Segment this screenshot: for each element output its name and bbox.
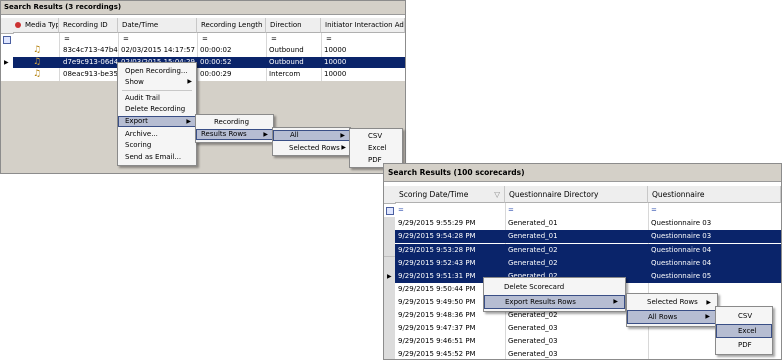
submenu-arrow-icon: ▶ [340,132,345,139]
column-header-questionnaire[interactable]: Questionnaire [648,186,781,203]
submenu-arrow-icon: ▶ [705,313,710,320]
submenu-arrow-icon: ▶ [186,118,191,125]
menu-item-scoring[interactable]: Scoring [118,140,196,150]
menu-item-csv[interactable]: CSV [350,131,402,141]
menu-item-excel[interactable]: Excel [716,324,772,338]
menu-item-csv[interactable]: CSV [716,311,772,322]
menu-item-send-as-email[interactable]: Send as Email... [118,152,196,162]
panel-title: Search Results (3 recordings) [1,1,405,15]
filter-scoring-date-time[interactable]: = [398,204,404,216]
menu-item-export-results-rows[interactable]: Export Results Rows ▶ [484,295,625,309]
row-pointer-icon: ▶ [387,273,392,280]
menu-item-results-rows[interactable]: Results Rows ▶ [196,129,273,140]
filter-direction[interactable]: = [271,34,277,44]
menu-item-audit-trail[interactable]: Audit Trail [118,93,196,103]
panel-title: Search Results (100 scorecards) [384,164,781,182]
column-header-initiator-address[interactable]: Initiator Interaction Address [321,18,405,33]
menu-item-delete-recording[interactable]: Delete Recording [118,104,196,114]
submenu-arrow-icon: ▶ [341,144,346,151]
column-header-date-time[interactable]: Date/Time [118,18,197,33]
table-row[interactable]: ♫ 83c4c713-47b4-... 02/03/2015 14:17:57 … [1,45,405,56]
menu-item-selected-rows[interactable]: Selected Rows ▶ [627,297,717,308]
column-header-recording-length[interactable]: Recording Length [197,18,266,33]
filter-recording-length[interactable]: = [202,34,208,44]
results-rows-submenu: All ▶ Selected Rows ▶ [272,127,351,156]
sort-descending-icon: ▽ [494,190,500,199]
filter-clear-icon[interactable] [3,36,11,44]
column-header-recording-id[interactable]: Recording ID [59,18,118,33]
export-format-submenu: CSV Excel PDF [715,306,773,355]
recording-context-menu: Open Recording... Show ▶ Audit Trail Dele… [117,62,197,166]
menu-item-export[interactable]: Export ▶ [118,116,196,127]
menu-item-delete-scorecard[interactable]: Delete Scorecard [484,282,625,293]
filter-questionnaire[interactable]: = [651,204,657,216]
export-format-submenu: CSV Excel PDF [349,128,403,168]
menu-item-selected-rows[interactable]: Selected Rows ▶ [273,143,350,153]
menu-item-show[interactable]: Show ▶ [118,77,196,87]
speaker-icon: ♫ [33,69,42,79]
export-submenu: Recording Results Rows ▶ [195,114,274,143]
filter-date-time[interactable]: = [123,34,129,44]
menu-item-recording[interactable]: Recording [196,117,273,127]
column-header-questionnaire-directory[interactable]: Questionnaire Directory [505,186,648,203]
submenu-arrow-icon: ▶ [187,78,192,85]
menu-item-all[interactable]: All ▶ [273,130,350,141]
menu-item-excel[interactable]: Excel [350,143,402,153]
submenu-arrow-icon: ▶ [263,131,268,138]
filter-clear-icon[interactable] [386,207,394,215]
media-type-header-icon [15,22,21,28]
menu-item-pdf[interactable]: PDF [716,340,772,351]
submenu-arrow-icon: ▶ [706,299,711,306]
scorecard-context-menu: Delete Scorecard Export Results Rows ▶ [483,277,626,312]
table-row[interactable]: 9/29/2015 9:55:29 PM Generated_01 Questi… [395,217,781,230]
submenu-arrow-icon: ▶ [613,298,618,305]
menu-item-open-recording[interactable]: Open Recording... [118,66,196,76]
column-header-scoring-date-time[interactable]: Scoring Date/Time ▽ [395,186,505,203]
filter-recording-id[interactable]: = [64,34,70,44]
column-header-media-type[interactable]: Media Typ [13,18,59,33]
table-row[interactable]: ♫ 08eac913-be35... 00:00:29 Intercom 100… [1,69,405,80]
menu-item-archive[interactable]: Archive... [118,129,196,139]
export-results-rows-submenu: Selected Rows ▶ All Rows ▶ [626,293,718,327]
filter-initiator-address[interactable]: = [326,34,332,44]
speaker-icon: ♫ [33,57,42,67]
column-header-direction[interactable]: Direction [266,18,321,33]
filter-questionnaire-directory[interactable]: = [508,204,514,216]
row-pointer-icon: ▶ [4,59,9,66]
menu-item-all-rows[interactable]: All Rows ▶ [627,310,717,324]
speaker-icon: ♫ [33,45,42,55]
